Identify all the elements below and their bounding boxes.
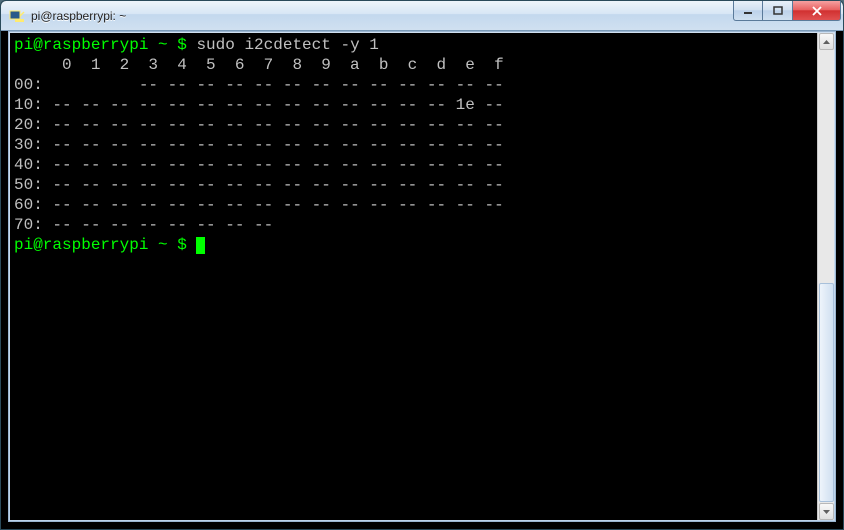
putty-icon (9, 8, 25, 24)
i2c-row: 60: -- -- -- -- -- -- -- -- -- -- -- -- … (14, 195, 813, 215)
minimize-button[interactable] (733, 1, 763, 21)
cursor (196, 237, 205, 254)
close-button[interactable] (793, 1, 841, 21)
window-title: pi@raspberrypi: ~ (31, 9, 733, 23)
i2c-row: 40: -- -- -- -- -- -- -- -- -- -- -- -- … (14, 155, 813, 175)
scroll-thumb[interactable] (819, 283, 834, 502)
window-controls (733, 1, 841, 21)
i2c-row: 70: -- -- -- -- -- -- -- -- (14, 215, 813, 235)
terminal-window: pi@raspberrypi: ~ pi@raspberrypi ~ $ sud… (0, 0, 844, 530)
i2c-row: 50: -- -- -- -- -- -- -- -- -- -- -- -- … (14, 175, 813, 195)
command-text: sudo i2cdetect -y 1 (196, 36, 378, 54)
i2c-row: 00: -- -- -- -- -- -- -- -- -- -- -- -- … (14, 75, 813, 95)
terminal-wrap: pi@raspberrypi ~ $ sudo i2cdetect -y 1 0… (10, 33, 834, 520)
prompt: pi@raspberrypi ~ $ (14, 36, 196, 54)
client-area: pi@raspberrypi ~ $ sudo i2cdetect -y 1 0… (8, 31, 836, 522)
vertical-scrollbar[interactable] (817, 33, 834, 520)
i2c-row: 30: -- -- -- -- -- -- -- -- -- -- -- -- … (14, 135, 813, 155)
i2c-header: 0 1 2 3 4 5 6 7 8 9 a b c d e f (14, 55, 813, 75)
terminal[interactable]: pi@raspberrypi ~ $ sudo i2cdetect -y 1 0… (10, 33, 817, 520)
scroll-up-button[interactable] (819, 33, 834, 50)
i2c-row: 10: -- -- -- -- -- -- -- -- -- -- -- -- … (14, 95, 813, 115)
scroll-down-button[interactable] (819, 503, 834, 520)
maximize-button[interactable] (763, 1, 793, 21)
i2c-row: 20: -- -- -- -- -- -- -- -- -- -- -- -- … (14, 115, 813, 135)
titlebar[interactable]: pi@raspberrypi: ~ (1, 1, 843, 31)
prompt: pi@raspberrypi ~ $ (14, 236, 196, 254)
